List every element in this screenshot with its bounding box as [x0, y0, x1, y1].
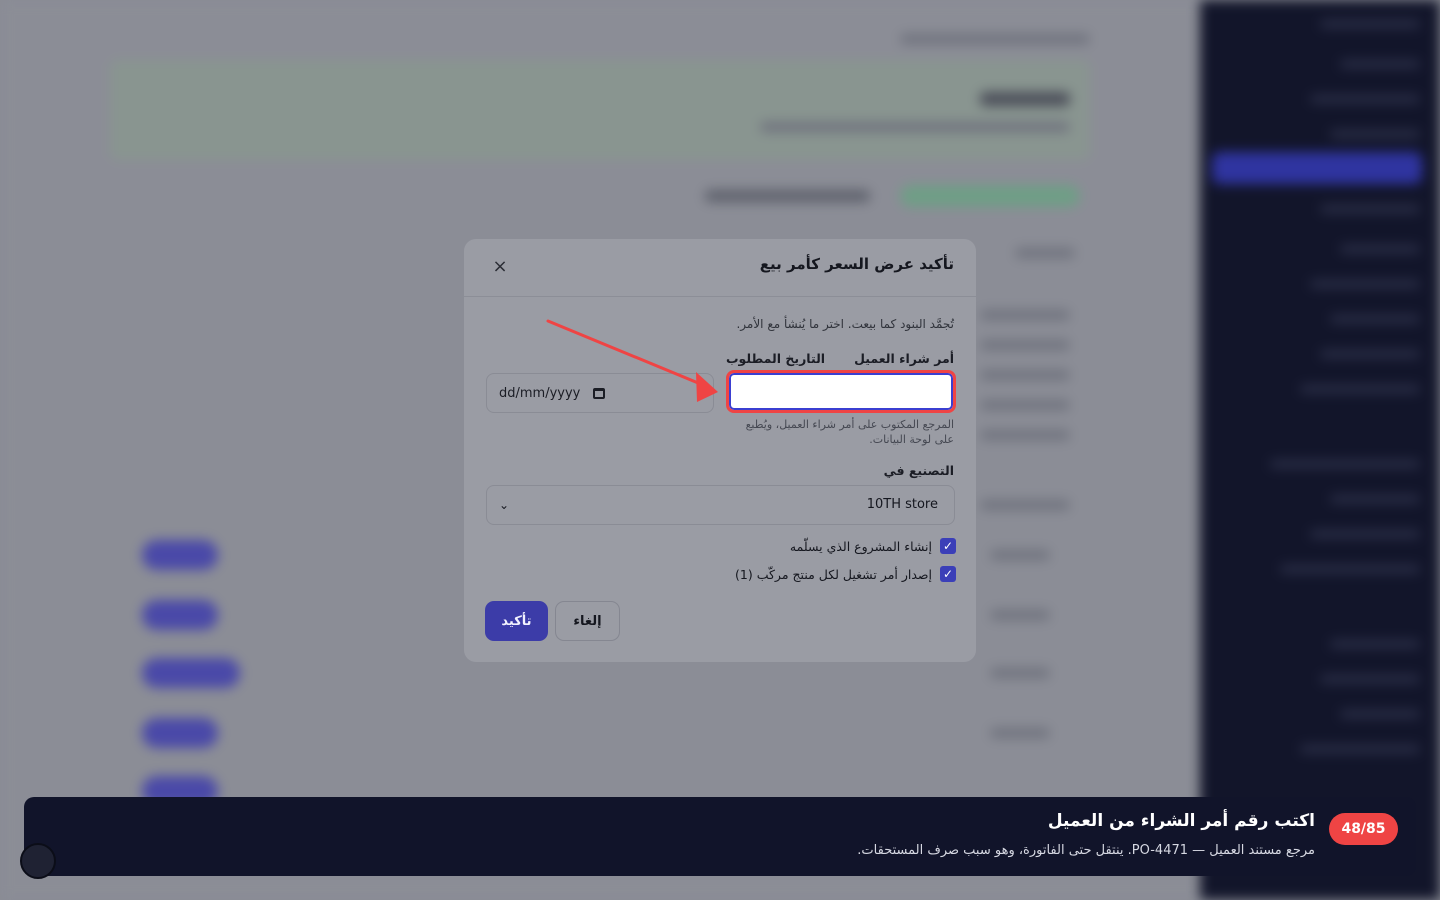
- tour-step-bar: 48/85 اكتب رقم أمر الشراء من العميل مرجع…: [24, 797, 1416, 876]
- po-hint: المرجع المكتوب على أمر شراء العميل، ويُط…: [745, 418, 954, 446]
- checkbox-work-order-label: إصدار أمر تشغيل لكل منتج مركّب (1): [735, 566, 932, 582]
- requested-date-input[interactable]: dd/mm/yyyy: [486, 373, 714, 413]
- step-description: مرجع مستند العميل — PO-4471. ينتقل حتى ا…: [857, 843, 1315, 858]
- bg-pill: [142, 540, 218, 570]
- bg-pill: [142, 600, 218, 630]
- bg-nav-item: [1320, 350, 1420, 358]
- bg-row: [990, 550, 1050, 560]
- bg-row: [990, 668, 1050, 678]
- bg-row: [980, 340, 1070, 350]
- bg-row: [980, 310, 1070, 320]
- bg-nav-item: [1330, 640, 1420, 648]
- bg-breadcrumb: [900, 34, 1090, 44]
- bg-nav-item: [1340, 245, 1420, 253]
- chevron-down-icon: ⌄: [498, 498, 509, 512]
- bg-nav-item: [1270, 460, 1420, 468]
- bg-nav-item: [1320, 675, 1420, 683]
- checkbox-create-project-label: إنشاء المشروع الذي يسلّمه: [789, 538, 932, 554]
- bg-row: [990, 610, 1050, 620]
- bg-nav-item: [1320, 20, 1420, 28]
- step-progress-badge: 48/85: [1329, 813, 1398, 845]
- background-sidebar: [1200, 0, 1440, 900]
- bg-nav-item: [1330, 495, 1420, 503]
- bg-banner: [110, 60, 1090, 160]
- bg-pill: [142, 718, 218, 748]
- bg-nav-item: [1330, 130, 1420, 138]
- bg-pill: [142, 658, 240, 688]
- checkbox-work-order[interactable]: ✓ إصدار أمر تشغيل لكل منتج مركّب (1): [735, 566, 956, 582]
- bg-nav-item: [1340, 60, 1420, 68]
- bg-row: [980, 370, 1070, 380]
- date-label: التاريخ المطلوب: [726, 351, 826, 366]
- bg-banner-text: [760, 122, 1070, 132]
- step-title: اكتب رقم أمر الشراء من العميل: [1047, 811, 1315, 831]
- bg-row: [980, 500, 1070, 510]
- date-placeholder: dd/mm/yyyy: [499, 385, 581, 401]
- dialog-intro: تُجمَّد البنود كما بيعت. اختر ما يُنشأ م…: [736, 317, 954, 331]
- manufacture-select[interactable]: 10TH store ⌄: [486, 485, 955, 525]
- calendar-icon[interactable]: [593, 387, 605, 399]
- checkbox-create-project[interactable]: ✓ إنشاء المشروع الذي يسلّمه: [790, 538, 956, 554]
- bg-row: [1015, 248, 1075, 258]
- bg-row: [980, 430, 1070, 440]
- customer-po-input[interactable]: [726, 370, 956, 413]
- bg-nav-item: [1300, 745, 1420, 753]
- confirm-button[interactable]: تأكيد: [485, 601, 548, 641]
- bg-banner-title: [980, 92, 1070, 106]
- close-icon[interactable]: ×: [490, 257, 510, 277]
- bg-row: [990, 728, 1050, 738]
- bg-nav-active: [1212, 152, 1422, 184]
- bg-status: [900, 185, 1080, 207]
- bg-nav-item: [1310, 280, 1420, 288]
- cancel-button[interactable]: إلغاء: [555, 601, 620, 641]
- avatar[interactable]: [20, 843, 56, 879]
- bg-nav-item: [1280, 565, 1420, 573]
- bg-nav-item: [1310, 530, 1420, 538]
- bg-row: [980, 400, 1070, 410]
- bg-nav-item: [1330, 315, 1420, 323]
- confirm-sales-order-dialog: تأكيد عرض السعر كأمر بيع × تُجمَّد البنو…: [464, 239, 976, 662]
- dialog-header: تأكيد عرض السعر كأمر بيع ×: [464, 239, 976, 297]
- checkbox-checked-icon[interactable]: ✓: [940, 538, 956, 554]
- manufacture-value: 10TH store: [866, 497, 938, 512]
- dialog-title: تأكيد عرض السعر كأمر بيع: [759, 255, 954, 273]
- checkbox-checked-icon[interactable]: ✓: [940, 566, 956, 582]
- bg-nav-item: [1320, 205, 1420, 213]
- bg-tag: [705, 190, 870, 202]
- bg-nav-item: [1310, 95, 1420, 103]
- manufacture-label: التصنيع في: [883, 463, 954, 478]
- bg-nav-item: [1300, 385, 1420, 393]
- bg-nav-item: [1340, 710, 1420, 718]
- po-label: أمر شراء العميل: [854, 351, 954, 366]
